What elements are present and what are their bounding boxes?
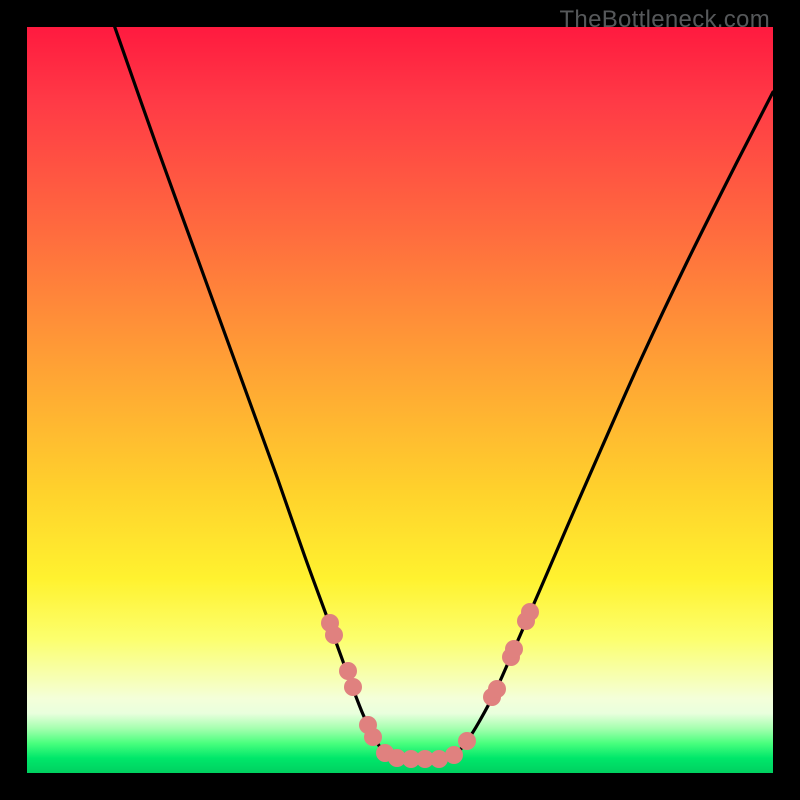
series-marker [458,732,476,750]
bottleneck-curve [113,22,773,759]
series-marker [339,662,357,680]
curve-svg [27,27,773,773]
series-marker [488,680,506,698]
series-marker [445,746,463,764]
series-marker [364,728,382,746]
marker-group [321,603,539,768]
plot-area [27,27,773,773]
series-marker [344,678,362,696]
series-marker [521,603,539,621]
series-marker [505,640,523,658]
series-marker [325,626,343,644]
watermark-text: TheBottleneck.com [559,6,770,34]
bottleneck-chart: TheBottleneck.com [0,0,800,800]
